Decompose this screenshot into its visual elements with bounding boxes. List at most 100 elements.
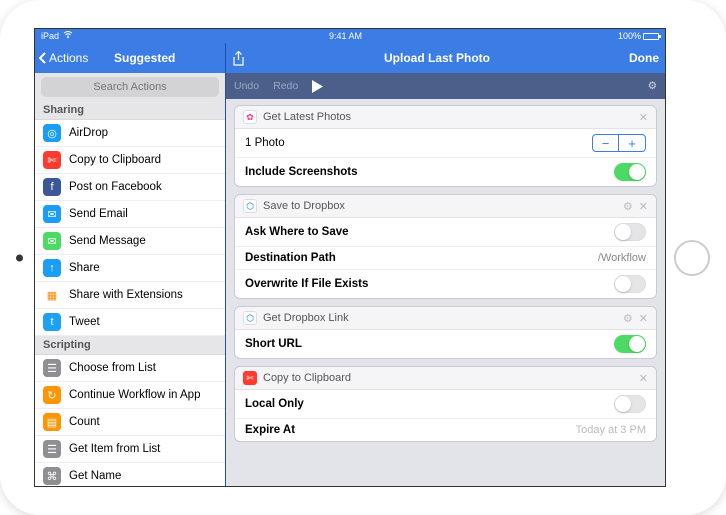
sidebar-title: Suggested [68,51,221,65]
action-label: Send Message [69,235,146,247]
action-label: Copy to Clipboard [69,154,161,166]
action-icon: ☰ [43,440,61,458]
card-row: Overwrite If File Exists [235,270,656,298]
card-close-icon[interactable]: ✕ [639,312,648,325]
main-header: Upload Last Photo Done [226,43,665,73]
stepper[interactable]: −+ [592,134,646,152]
action-item[interactable]: ☰ Choose from List [35,355,225,382]
row-value: /Workflow [598,252,646,264]
action-item[interactable]: ✉ Send Email [35,201,225,228]
action-icon: ⌘ [43,467,61,485]
undo-button[interactable]: Undo [234,80,259,92]
action-item[interactable]: f Post on Facebook [35,174,225,201]
workflow-card: ✄ Copy to Clipboard ✕ Local Only Expire AtTo… [234,366,657,442]
action-icon: ☰ [43,359,61,377]
row-value[interactable]: Today at 3 PM [576,424,646,436]
action-icon: f [43,178,61,196]
main-panel: Upload Last Photo Done Undo Redo ⚙ ✿Get … [225,43,665,486]
action-label: Share [69,262,100,274]
toggle-switch[interactable] [614,335,646,353]
workflow-title: Upload Last Photo [245,51,629,65]
toggle-switch[interactable] [614,275,646,293]
action-label: Get Item from List [69,443,160,455]
action-label: Choose from List [69,362,156,374]
section-header: Sharing [35,101,225,120]
status-bar: iPad 9:41 AM 100% [35,29,665,43]
card-row: Short URL [235,330,656,358]
action-item[interactable]: ✄ Copy to Clipboard [35,147,225,174]
action-icon: t [43,313,61,331]
card-icon: ✄ [243,371,257,385]
action-label: Share with Extensions [69,289,183,301]
card-title: Copy to Clipboard [263,372,351,384]
card-title: Get Dropbox Link [263,312,349,324]
toggle-switch[interactable] [614,223,646,241]
stepper-minus[interactable]: − [593,135,619,151]
settings-icon[interactable]: ⚙ [648,80,657,92]
action-label: Count [69,416,100,428]
card-row: Local Only [235,390,656,419]
action-icon: ◎ [43,124,61,142]
action-item[interactable]: ☰ Get Item from List [35,436,225,463]
sidebar-header: Actions Suggested [35,43,225,73]
stepper-plus[interactable]: + [619,135,645,151]
row-label: Include Screenshots [245,166,614,178]
card-header: ⬡ Get Dropbox Link ⚙ ✕ [235,307,656,330]
action-label: Get Name [69,470,121,482]
action-item[interactable]: ↑Share [35,255,225,282]
toolbar: Undo Redo ⚙ [226,73,665,99]
action-item[interactable]: t Tweet [35,309,225,336]
card-row: Expire AtToday at 3 PM [235,419,656,441]
action-item[interactable]: ↻Continue Workflow in App [35,382,225,409]
card-close-icon[interactable]: ✕ [639,372,648,385]
search-wrap [35,73,225,101]
card-header: ✿Get Latest Photos✕ [235,106,656,129]
redo-button[interactable]: Redo [273,80,298,92]
card-settings-icon[interactable]: ⚙ [623,200,633,213]
battery-icon [643,33,659,40]
workflow-card: ✿Get Latest Photos✕1 Photo−+Include Scre… [234,105,657,187]
action-icon: ▤ [43,413,61,431]
sidebar: Actions Suggested Sharing ◎ AirDrop ✄ Copy t… [35,43,225,486]
card-icon: ✿ [243,110,257,124]
play-button[interactable] [312,80,647,93]
row-label: Expire At [245,424,576,436]
action-item[interactable]: ✉ Send Message [35,228,225,255]
action-icon: ▦ [43,286,61,304]
action-icon: ✉ [43,205,61,223]
workflow-canvas: ✿Get Latest Photos✕1 Photo−+Include Scre… [226,99,665,486]
toggle-switch[interactable] [614,395,646,413]
home-button[interactable] [674,240,710,276]
row-label: Local Only [245,398,614,410]
done-button[interactable]: Done [629,51,659,65]
action-item[interactable]: ▤ Count [35,409,225,436]
action-label: Continue Workflow in App [69,389,200,401]
wifi-icon [63,31,73,41]
search-input[interactable] [41,77,219,97]
ipad-frame: iPad 9:41 AM 100% Actions Suggested [0,0,726,515]
row-label: Overwrite If File Exists [245,278,614,290]
action-item[interactable]: ▦ Share with Extensions [35,282,225,309]
action-item[interactable]: ⌘ Get Name [35,463,225,486]
action-label: Tweet [69,316,100,328]
card-close-icon[interactable]: ✕ [639,111,648,124]
action-icon: ✉ [43,232,61,250]
clock: 9:41 AM [73,31,618,41]
card-settings-icon[interactable]: ⚙ [623,312,633,325]
toggle-switch[interactable] [614,163,646,181]
action-item[interactable]: ◎ AirDrop [35,120,225,147]
device-label: iPad [41,31,59,41]
card-title: Save to Dropbox [263,200,345,212]
card-close-icon[interactable]: ✕ [639,200,648,213]
card-row: 1 Photo−+ [235,129,656,158]
action-icon: ✄ [43,151,61,169]
action-label: Send Email [69,208,128,220]
row-label: Ask Where to Save [245,226,614,238]
action-label: AirDrop [69,127,108,139]
row-label: 1 Photo [245,137,592,149]
battery-percent: 100% [618,31,641,41]
share-icon[interactable] [232,51,245,66]
section-header: Scripting [35,336,225,355]
card-icon: ⬡ [243,311,257,325]
action-label: Post on Facebook [69,181,162,193]
